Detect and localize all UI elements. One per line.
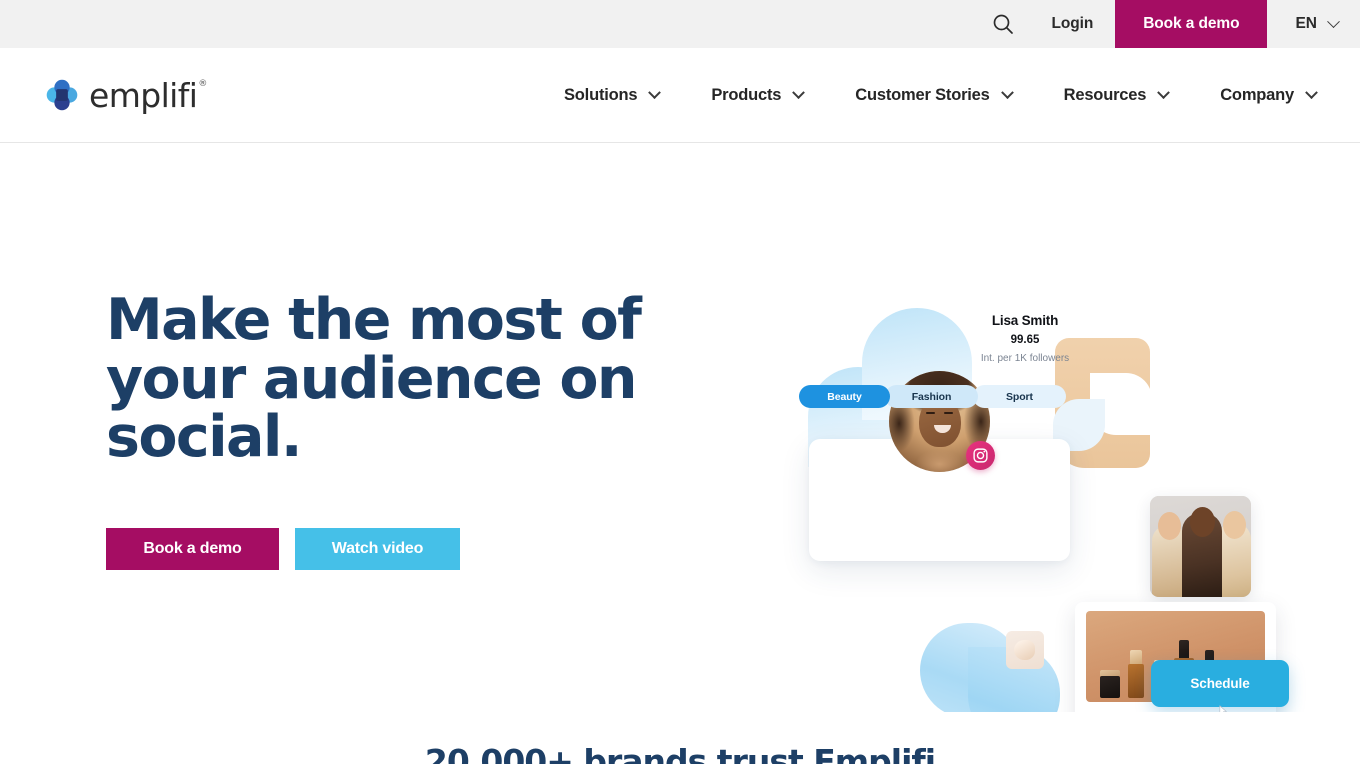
nav-item-solutions-label: Solutions [564,85,638,104]
primary-nav-links: Solutions Products Customer Stories Reso… [538,85,1318,105]
chevron-down-icon [1157,85,1171,99]
interest-tag-beauty[interactable]: Beauty [799,385,890,408]
nav-item-products-label: Products [711,85,782,104]
main-navigation: emplifi® Solutions Products Customer Sto… [0,48,1360,143]
schedule-button[interactable]: Schedule [1151,660,1289,707]
search-button[interactable] [976,0,1030,48]
language-selector-label: EN [1295,15,1317,32]
top-utility-bar: Login Book a demo EN [0,0,1360,48]
hero-title: Make the most of your audience on social… [106,287,642,471]
nav-item-customer-stories[interactable]: Customer Stories [829,86,1037,105]
nav-item-resources-label: Resources [1063,85,1147,104]
hero-illustration: Lisa Smith 99.65 Int. per 1K followers B… [735,203,1315,742]
search-icon [991,12,1015,36]
group-photo-card [1150,496,1251,597]
nav-item-products[interactable]: Products [685,86,829,105]
influencer-score: 99.65 [1010,334,1040,346]
brands-trust-title: 20,000+ brands trust Emplifi [424,742,936,764]
watch-video-button[interactable]: Watch video [295,528,460,571]
book-a-demo-button-hero[interactable]: Book a demo [106,528,279,571]
emplifi-logo[interactable]: emplifi® [44,75,207,115]
emplifi-logo-mark-icon [44,77,80,113]
photo-face [1223,511,1246,539]
emplifi-wordmark: emplifi® [89,75,207,115]
nav-item-company-label: Company [1220,85,1294,104]
hero-copy-block: Make the most of your audience on social… [106,287,666,571]
book-a-demo-button-header[interactable]: Book a demo [1115,0,1268,48]
influencer-metric-label: Int. per 1K followers [980,353,1070,364]
interest-tag-fashion[interactable]: Fashion [885,385,978,408]
small-product-thumbnail [1006,631,1044,669]
trademark-symbol: ® [198,78,207,89]
chevron-down-icon [1327,14,1340,28]
chevron-down-icon [1305,85,1318,99]
interest-tag-group: Beauty Fashion Sport [799,385,1066,408]
hero-cta-group: Book a demo Watch video [106,528,666,571]
photo-face [1190,507,1215,537]
chevron-down-icon [792,85,806,99]
influencer-name: Lisa Smith [991,313,1059,328]
nav-item-resources[interactable]: Resources [1038,86,1195,105]
nav-item-solutions[interactable]: Solutions [538,86,685,105]
product-blob [1014,640,1035,660]
top-utility-bar-inner: Login Book a demo EN [976,0,1360,48]
brands-trust-section: 20,000+ brands trust Emplifi [0,712,1360,764]
chevron-down-icon [648,85,662,99]
hero-section: Make the most of your audience on social… [0,143,1360,760]
instagram-icon [966,441,995,470]
chevron-down-icon [1000,85,1014,99]
photo-face [1158,512,1181,540]
interest-tag-sport[interactable]: Sport [973,385,1066,408]
login-link[interactable]: Login [1030,0,1116,48]
nav-item-company[interactable]: Company [1194,85,1318,105]
nav-item-customer-stories-label: Customer Stories [855,85,990,104]
language-selector[interactable]: EN [1267,0,1360,48]
